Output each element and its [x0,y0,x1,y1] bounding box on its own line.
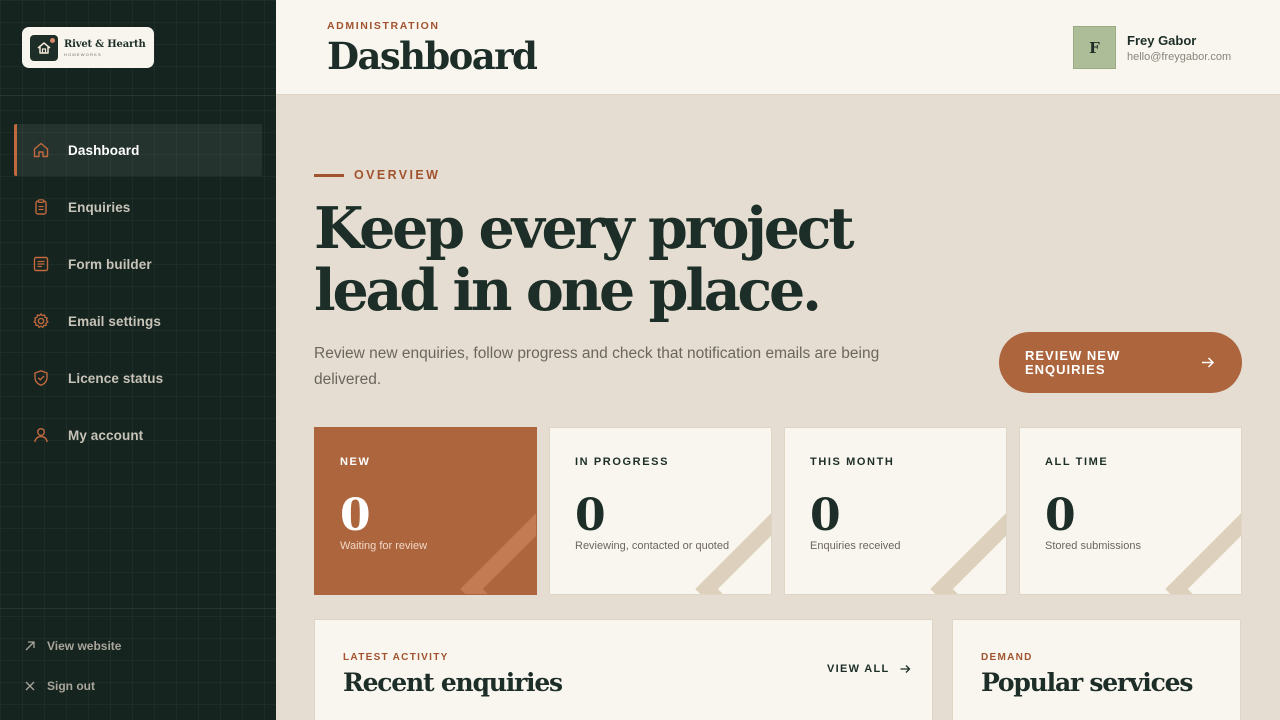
sidebar-item-enquiries[interactable]: Enquiries [14,181,262,233]
user-icon [34,428,48,443]
panel-eyebrow: LATEST ACTIVITY [343,652,449,663]
view-all-label: VIEW ALL [827,663,890,675]
panel-eyebrow: DEMAND [981,652,1033,663]
cta-label: REVIEW NEW ENQUIRIES [1025,347,1121,377]
overview-kicker: OVERVIEW [314,168,440,182]
popular-services-panel: DEMAND Popular services [952,619,1241,720]
stat-description: Waiting for review [340,540,428,552]
top-header: ADMINISTRATION Dashboard F Frey Gabor he… [276,0,1280,95]
sidebar-item-my-account[interactable]: My account [14,409,262,461]
stats-row: NEW 0 Waiting for review IN PROGRESS 0 R… [314,427,1242,595]
sidebar-footer: View website Sign out [0,608,276,720]
brand-area: Rivet & Hearth HOMEWORKS [0,0,276,96]
hero-title: Keep every project lead in one place. [314,195,855,324]
user-menu[interactable]: F Frey Gabor hello@freygabor.com [1073,26,1231,69]
stat-value: 0 [575,490,606,541]
view-all-link[interactable]: VIEW ALL [827,663,911,675]
stat-value: 0 [1045,490,1076,541]
avatar: F [1073,26,1116,69]
sidebar-nav: Dashboard Enquiries Form builder Email s… [14,124,262,466]
kicker-text: OVERVIEW [354,168,441,182]
shield-check-icon [34,370,48,386]
stat-value: 0 [340,490,371,541]
sidebar-item-label: Enquiries [68,199,131,215]
sidebar-item-form-builder[interactable]: Form builder [14,238,262,290]
stat-label: NEW [340,456,371,468]
panel-title: Popular services [981,668,1193,697]
stat-card-this-month[interactable]: THIS MONTH 0 Enquiries received [784,427,1007,595]
decorative-diamond [1165,511,1241,594]
sidebar-item-label: Form builder [68,256,152,272]
arrow-up-right-icon [25,641,35,651]
sign-out-label: Sign out [47,679,95,693]
sidebar: Rivet & Hearth HOMEWORKS Dashboard Enqui… [0,0,276,720]
decorative-diamond [460,511,536,594]
stat-value: 0 [810,490,841,541]
stat-card-all-time[interactable]: ALL TIME 0 Stored submissions [1019,427,1242,595]
home-icon [33,142,49,158]
stat-label: THIS MONTH [810,456,895,468]
recent-enquiries-panel: LATEST ACTIVITY Recent enquiries VIEW AL… [314,619,933,720]
arrow-right-icon [1202,357,1215,368]
view-website-link[interactable]: View website [24,639,121,653]
close-icon [25,681,35,691]
gear-icon [33,313,49,329]
stat-description: Reviewing, contacted or quoted [575,540,730,552]
brand-logo-card[interactable]: Rivet & Hearth HOMEWORKS [22,27,154,68]
header-eyebrow: ADMINISTRATION [327,20,440,32]
arrow-right-icon [900,665,910,673]
clipboard-icon [35,199,47,215]
stat-label: IN PROGRESS [575,456,670,468]
stat-description: Enquiries received [810,540,901,552]
user-email: hello@freygabor.com [1127,50,1232,63]
form-icon [33,256,49,272]
stat-description: Stored submissions [1045,540,1141,552]
hero-description: Review new enquiries, follow progress an… [314,345,880,388]
decorative-diamond [930,511,1006,594]
sidebar-item-dashboard[interactable]: Dashboard [14,124,262,176]
user-name: Frey Gabor [1127,32,1197,48]
decorative-diamond [695,511,771,594]
sidebar-item-licence-status[interactable]: Licence status [14,352,262,404]
house-logo-icon [30,34,58,61]
kicker-line [314,173,344,177]
stat-label: ALL TIME [1045,456,1109,468]
sidebar-item-label: Dashboard [68,142,140,158]
sign-out-link[interactable]: Sign out [24,679,95,693]
panel-title: Recent enquiries [343,668,563,697]
sidebar-item-label: My account [68,427,144,443]
review-new-enquiries-button[interactable]: REVIEW NEW ENQUIRIES [999,332,1242,393]
hero-title-line-2: lead in one place. [314,257,822,324]
view-website-label: View website [47,639,122,653]
page-title: Dashboard [327,34,538,78]
stat-card-in-progress[interactable]: IN PROGRESS 0 Reviewing, contacted or qu… [549,427,772,595]
stat-card-new[interactable]: NEW 0 Waiting for review [314,427,537,595]
sidebar-item-label: Licence status [68,370,164,386]
sidebar-item-email-settings[interactable]: Email settings [14,295,262,347]
brand-name: Rivet & Hearth [64,38,146,50]
sidebar-item-label: Email settings [68,313,161,329]
hero-title-line-1: Keep every project [314,195,855,262]
brand-subtitle: HOMEWORKS [64,51,102,57]
